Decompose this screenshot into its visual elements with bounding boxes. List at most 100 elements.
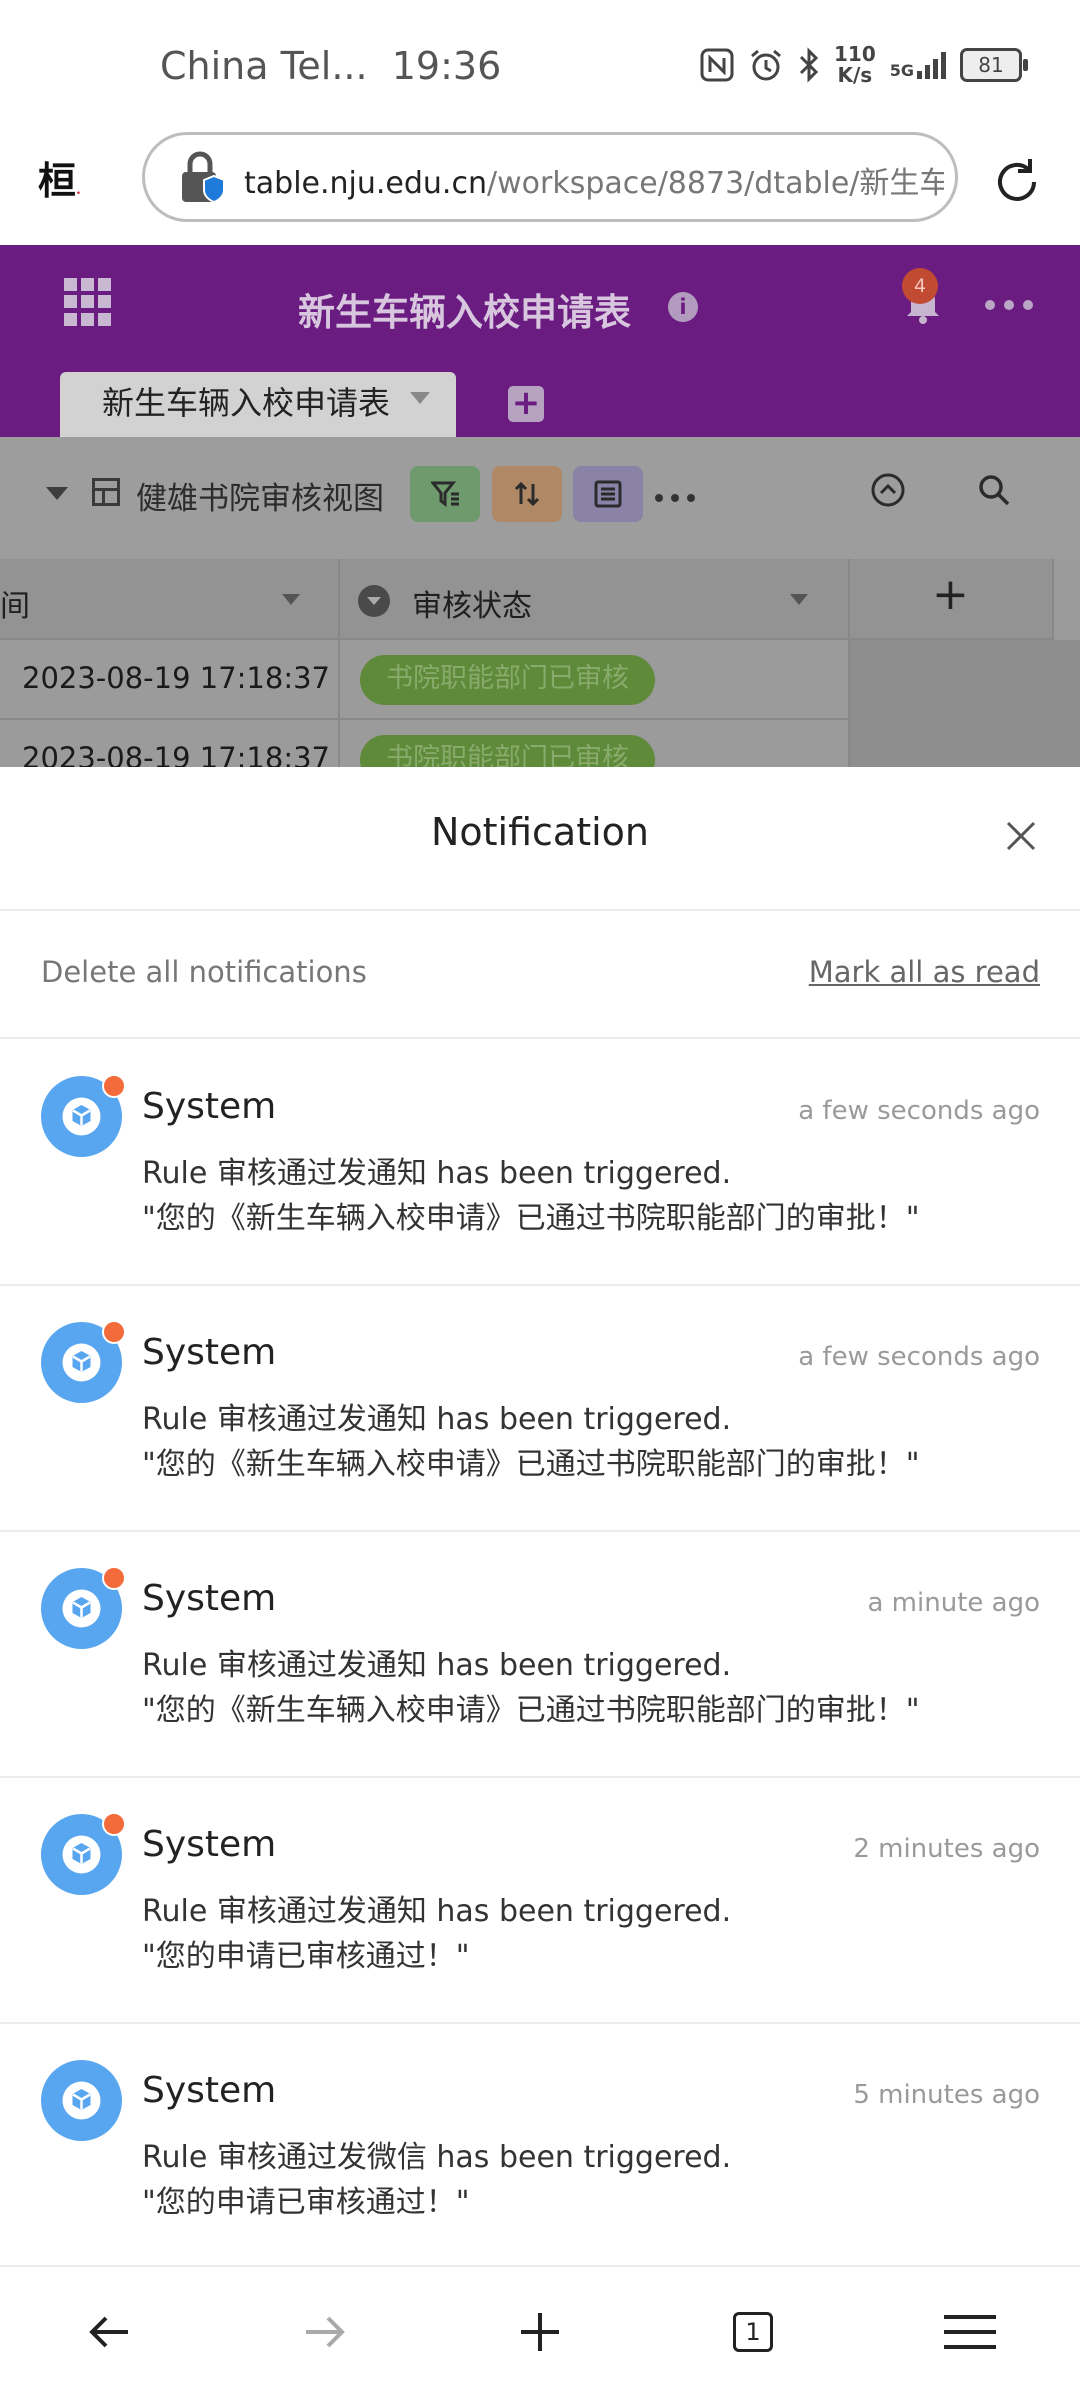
column-menu-icon[interactable] xyxy=(790,594,808,605)
fields-button[interactable] xyxy=(573,466,643,522)
notification-message: Rule 审核通过发微信 has been triggered. xyxy=(142,2140,732,2175)
net-speed: 110 K/s xyxy=(834,44,876,86)
notification-message: Rule 审核通过发通知 has been triggered. xyxy=(142,1648,732,1683)
notification-message: Rule 审核通过发通知 has been triggered. xyxy=(142,1894,732,1929)
add-table-button[interactable]: + xyxy=(508,386,544,422)
tab-dropdown-icon[interactable] xyxy=(410,392,430,404)
network-type: 5G xyxy=(889,60,914,80)
notification-message: Rule 审核通过发通知 has been triggered. xyxy=(142,1402,732,1437)
notification-item[interactable]: System a minute ago Rule 审核通过发通知 has been … xyxy=(0,1530,1080,1778)
reload-icon[interactable] xyxy=(990,155,1044,209)
notification-message: Rule 审核通过发通知 has been triggered. xyxy=(142,1156,732,1191)
carrier-name: China Tel... xyxy=(160,44,368,88)
info-icon[interactable]: i xyxy=(668,292,698,322)
net-speed-value: 110 xyxy=(833,42,876,66)
unread-dot xyxy=(102,1812,126,1836)
notification-time: 2 minutes ago xyxy=(853,1834,1040,1864)
apps-grid-icon[interactable] xyxy=(64,278,112,326)
search-icon[interactable] xyxy=(976,472,1012,508)
status-icons: 110 K/s 5G 81 xyxy=(700,44,1028,86)
view-collapse-icon[interactable] xyxy=(46,487,68,500)
back-icon[interactable] xyxy=(80,2307,140,2357)
url-path: /workspace/8873/dtable/新生车辆入 xyxy=(486,166,944,201)
notification-detail: "您的《新生车辆入校申请》已通过书院职能部门的审批！" xyxy=(142,1693,920,1728)
notification-sender: System xyxy=(142,2070,277,2111)
collapse-up-icon[interactable] xyxy=(870,472,906,508)
column-header-time[interactable]: 间 xyxy=(0,559,340,640)
tab-label[interactable]: 新生车辆入校申请表 xyxy=(102,378,390,424)
url-text[interactable]: table.nju.edu.cn/workspace/8873/dtable/新… xyxy=(244,158,944,202)
fields-icon xyxy=(594,480,622,508)
column-menu-icon[interactable] xyxy=(282,594,300,605)
status-badge: 书院职能部门已审核 xyxy=(360,655,655,705)
tabs-button[interactable]: 1 xyxy=(733,2312,773,2352)
notification-item[interactable]: System 2 minutes ago Rule 审核通过发通知 has been… xyxy=(0,1776,1080,2024)
url-host: table.nju.edu.cn xyxy=(244,166,487,201)
data-grid: 间 审核状态 + 2023-08-19 17:18:37 书院职能部门已审核 2… xyxy=(0,559,1080,767)
notification-detail: "您的申请已审核通过！" xyxy=(142,2185,470,2220)
view-name[interactable]: 健雄书院审核视图 xyxy=(136,473,384,518)
notification-time: a minute ago xyxy=(867,1588,1040,1618)
secure-lock-icon[interactable] xyxy=(178,150,226,206)
more-menu-icon[interactable] xyxy=(985,300,1033,310)
notification-time: 5 minutes ago xyxy=(853,2080,1040,2110)
grid-empty-area xyxy=(850,640,1080,767)
column-header-label: 间 xyxy=(0,589,30,624)
close-icon[interactable] xyxy=(1003,818,1039,854)
plus-icon: + xyxy=(932,569,969,620)
sort-button[interactable] xyxy=(492,466,562,522)
table-cell[interactable]: 书院职能部门已审核 xyxy=(340,720,850,767)
battery-icon: 81 xyxy=(960,48,1028,82)
cell-time: 2023-08-19 17:18:37 xyxy=(22,661,330,695)
sort-icon xyxy=(514,481,540,507)
add-column-button[interactable]: + xyxy=(850,559,1054,640)
table-cell[interactable]: 2023-08-19 17:18:37 xyxy=(0,640,340,720)
cube-icon xyxy=(62,1097,101,1136)
table-cell[interactable]: 书院职能部门已审核 xyxy=(340,640,850,720)
unread-dot xyxy=(102,1320,126,1344)
clock: 19:36 xyxy=(391,44,502,88)
cube-icon xyxy=(62,1835,101,1874)
alarm-icon xyxy=(751,49,781,81)
notification-sender: System xyxy=(142,1578,277,1619)
column-header-status[interactable]: 审核状态 xyxy=(340,559,850,640)
unread-dot xyxy=(102,1566,126,1590)
carrier-time: China Tel... 19:36 xyxy=(160,44,501,88)
toolbar-more-icon[interactable] xyxy=(655,494,695,502)
system-avatar xyxy=(41,2060,122,2141)
notification-detail: "您的《新生车辆入校申请》已通过书院职能部门的审批！" xyxy=(142,1201,920,1236)
forward-icon[interactable] xyxy=(294,2307,354,2357)
filter-button[interactable] xyxy=(410,466,480,522)
notification-detail: "您的申请已审核通过！" xyxy=(142,1939,470,1974)
notification-sender: System xyxy=(142,1332,277,1373)
menu-icon[interactable] xyxy=(940,2307,1000,2357)
notification-detail: "您的《新生车辆入校申请》已通过书院职能部门的审批！" xyxy=(142,1447,920,1482)
grid-view-icon xyxy=(92,478,120,506)
status-badge: 书院职能部门已审核 xyxy=(360,735,655,767)
net-speed-unit: K/s xyxy=(837,63,873,87)
base-title: 新生车辆入校申请表 xyxy=(298,291,631,334)
notification-item[interactable]: System 5 minutes ago Rule 审核通过发微信 has been… xyxy=(0,2022,1080,2270)
new-tab-icon[interactable] xyxy=(510,2307,570,2357)
notification-item[interactable]: System a few seconds ago Rule 审核通过发通知 has … xyxy=(0,1038,1080,1286)
browser-logo[interactable]: 桓. xyxy=(38,150,81,205)
notification-time: a few seconds ago xyxy=(798,1342,1040,1372)
notification-sender: System xyxy=(142,1824,277,1865)
notification-title: Notification xyxy=(430,810,650,854)
filter-icon xyxy=(431,481,459,507)
cube-icon xyxy=(62,2081,101,2120)
delete-all-notifications-link[interactable]: Delete all notifications xyxy=(41,955,367,989)
nfc-icon xyxy=(700,48,734,82)
unread-dot xyxy=(102,1074,126,1098)
column-header-label: 审核状态 xyxy=(412,589,532,624)
single-select-icon xyxy=(358,585,390,617)
signal-icon: 5G xyxy=(889,51,946,80)
notification-sender: System xyxy=(142,1086,277,1127)
cube-icon xyxy=(62,1589,101,1628)
notification-item[interactable]: System a few seconds ago Rule 审核通过发通知 has … xyxy=(0,1284,1080,1532)
table-cell[interactable]: 2023-08-19 17:18:37 xyxy=(0,720,340,767)
mark-all-read-link[interactable]: Mark all as read xyxy=(809,955,1040,989)
battery-level: 81 xyxy=(978,53,1004,77)
notification-count-badge: 4 xyxy=(902,268,938,304)
cube-icon xyxy=(62,1343,101,1382)
